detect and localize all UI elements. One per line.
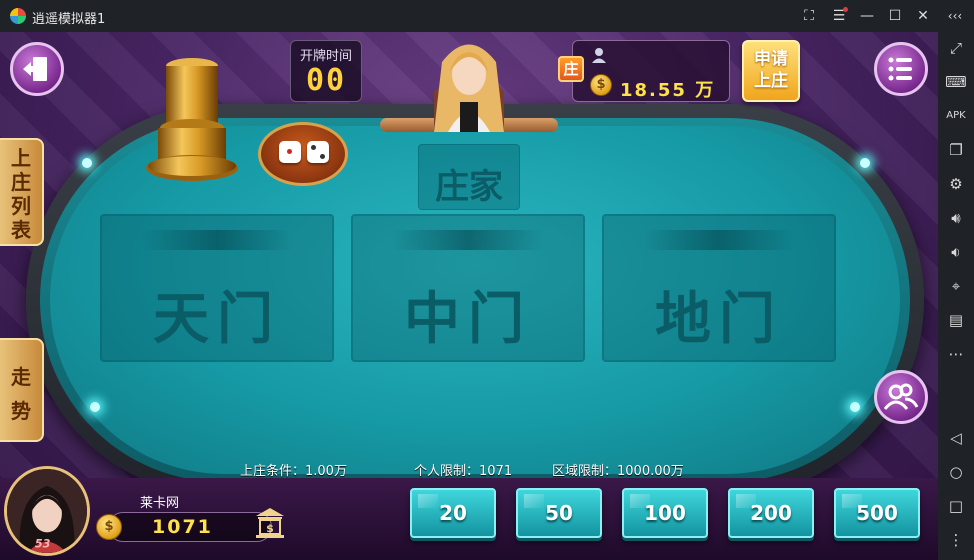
table-light [90, 402, 100, 412]
player-portrait: 53 [7, 469, 87, 553]
collapse-sidebar-icon[interactable]: ‹‹‹ [944, 6, 966, 26]
banker-zone-label: 庄家 [435, 167, 503, 207]
tab-char: 走 [11, 365, 31, 389]
player-name: 莱卡网 [140, 496, 180, 511]
zone-label: 天门 [153, 286, 281, 352]
timer-value: 00 [305, 63, 347, 98]
apply-banker-button[interactable]: 申请 上庄 [742, 40, 800, 102]
notification-dot [843, 7, 848, 12]
chip-200-button[interactable]: 200 [728, 488, 814, 538]
player-money: 1071 [152, 516, 213, 538]
table-light [850, 402, 860, 412]
users-icon [883, 383, 919, 410]
exit-door-icon [23, 57, 47, 81]
dice-cup-icon [146, 58, 238, 181]
coin-icon: $ [96, 514, 122, 540]
bank-icon[interactable]: $ [254, 506, 286, 540]
volume-down-icon[interactable]: 🔉︎ [944, 240, 968, 264]
settings-gear-icon[interactable]: ⚙ [944, 172, 968, 196]
location-pin-icon[interactable]: ⌖ [944, 274, 968, 298]
keyboard-icon[interactable]: ⌨ [944, 70, 968, 94]
screenshot-icon[interactable]: ⛶ [798, 6, 820, 26]
player-avatar[interactable]: 53 [4, 466, 90, 556]
menu-list-icon [888, 57, 912, 81]
die-icon [279, 141, 301, 163]
apply-banker-line2: 上庄 [754, 71, 788, 91]
die-pip [320, 154, 325, 159]
die-pip [311, 145, 316, 150]
maximize-button[interactable]: ☐ [884, 6, 906, 26]
app-logo-icon [10, 8, 26, 24]
svg-text:$: $ [266, 522, 274, 535]
user-icon [592, 48, 606, 63]
more-icon[interactable]: ⋯ [944, 342, 968, 366]
tab-char: 表 [11, 218, 31, 242]
banker-badge: 庄 [558, 56, 584, 82]
close-button[interactable]: ✕ [912, 6, 934, 26]
volume-up-icon[interactable]: 🔊︎ [944, 206, 968, 230]
chip-100-button[interactable]: 100 [622, 488, 708, 538]
table-light [82, 158, 92, 168]
back-nav-icon[interactable]: ◁ [944, 426, 968, 450]
exit-button[interactable] [10, 42, 64, 96]
zone-bet-bar [644, 230, 794, 250]
home-nav-icon[interactable]: ○ [944, 460, 968, 484]
recents-nav-icon[interactable]: □ [944, 494, 968, 518]
zone-label: 中门 [404, 286, 532, 352]
die-icon [307, 141, 329, 163]
table-light [860, 158, 870, 168]
zone-label: 地门 [655, 286, 783, 352]
fullscreen-icon[interactable]: ⤢ [944, 36, 968, 60]
window-title: 逍遥模拟器1 [32, 12, 106, 27]
game-screen: 庄家 天门 中门 地门 开牌时间 00 庄 $ 18.55 万 申请 上庄 上 … [0, 32, 938, 560]
chip-50-button[interactable]: 50 [516, 488, 602, 538]
chip-500-button[interactable]: 500 [834, 488, 920, 538]
tab-char: 上 [11, 146, 31, 170]
tab-char: 势 [11, 399, 31, 423]
bet-zone-tianmen[interactable]: 天门 [100, 214, 334, 362]
banker-amount: 18.55 万 [620, 80, 716, 101]
emulator-titlebar: 逍遥模拟器1 ⛶ ☰ — ☐ ✕ ‹‹‹ [0, 0, 974, 32]
tab-char: 庄 [11, 170, 31, 194]
banker-condition: 上庄条件：1.00万 [240, 464, 347, 479]
trend-tab[interactable]: 走 势 [0, 338, 44, 442]
timer-label: 开牌时间 [299, 49, 352, 64]
multi-window-icon[interactable]: ❐ [944, 138, 968, 162]
coin-icon: $ [590, 74, 612, 96]
tab-char: 列 [11, 194, 31, 218]
banker-zone: 庄家 [418, 144, 520, 210]
apply-banker-line1: 申请 [754, 49, 788, 69]
folder-icon[interactable]: ▤ [944, 308, 968, 332]
overflow-menu-icon[interactable]: ⋮ [944, 528, 968, 552]
main-menu-button[interactable] [874, 42, 928, 96]
players-button[interactable] [874, 370, 928, 424]
deal-timer: 开牌时间 00 [290, 40, 362, 102]
apk-install-icon[interactable]: APK [944, 104, 968, 128]
personal-limit: 个人限制：1071 [414, 464, 513, 479]
zone-bet-bar [393, 230, 543, 250]
dice-plate [258, 122, 348, 186]
avatar-badge: 53 [35, 537, 51, 550]
chip-20-button[interactable]: 20 [410, 488, 496, 538]
menu-icon[interactable]: ☰ [828, 6, 850, 26]
emulator-sidebar: ⤢ ⌨ APK ❐ ⚙ 🔊︎ 🔉︎ ⌖ ▤ ⋯ ◁ ○ □ ⋮ [938, 32, 974, 560]
bet-zone-dimen[interactable]: 地门 [602, 214, 836, 362]
area-limit: 区域限制：1000.00万 [552, 464, 684, 479]
minimize-button[interactable]: — [856, 6, 878, 26]
bet-zone-zhongmen[interactable]: 中门 [351, 214, 585, 362]
banker-dealer-avatar [434, 44, 504, 132]
banker-list-tab[interactable]: 上 庄 列 表 [0, 138, 44, 246]
zone-bet-bar [142, 230, 292, 250]
die-pip [287, 149, 292, 154]
